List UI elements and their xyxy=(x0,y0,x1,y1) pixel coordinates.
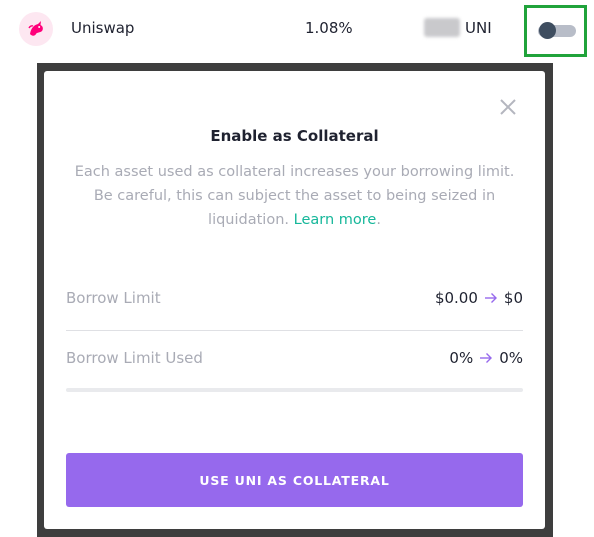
asset-balance-symbol: UNI xyxy=(465,19,492,37)
borrow-limit-to: $0 xyxy=(503,289,523,307)
asset-row: Uniswap 1.08% UNI xyxy=(0,0,594,60)
arrow-right-icon xyxy=(480,353,493,363)
borrow-limit-used-from: 0% xyxy=(449,349,474,367)
arrow-right-icon xyxy=(484,293,497,303)
borrow-limit-used-label: Borrow Limit Used xyxy=(66,349,203,367)
asset-balance-redacted xyxy=(424,18,460,37)
divider xyxy=(66,330,523,331)
learn-more-link[interactable]: Learn more xyxy=(294,212,377,228)
borrow-limit-label: Borrow Limit xyxy=(66,289,161,307)
borrow-limit-from: $0.00 xyxy=(434,289,478,307)
collateral-toggle-knob[interactable] xyxy=(539,22,556,39)
borrow-limit-row: Borrow Limit $0.00 $0 xyxy=(66,289,523,313)
borrow-limit-used-to: 0% xyxy=(499,349,523,367)
borrow-limit-used-values: 0% 0% xyxy=(449,349,523,367)
borrow-limit-progress-bar xyxy=(66,388,523,392)
asset-name: Uniswap xyxy=(71,19,135,37)
modal-description: Each asset used as collateral increases … xyxy=(64,160,525,232)
close-icon[interactable] xyxy=(496,95,520,119)
borrow-limit-used-row: Borrow Limit Used 0% 0% xyxy=(66,349,523,373)
asset-apy: 1.08% xyxy=(305,19,353,37)
borrow-limit-values: $0.00 $0 xyxy=(435,289,523,307)
learn-more-suffix: . xyxy=(376,212,381,228)
collateral-modal: Enable as Collateral Each asset used as … xyxy=(44,71,545,529)
modal-title: Enable as Collateral xyxy=(210,127,379,145)
uniswap-unicorn-icon xyxy=(19,12,53,46)
use-as-collateral-button[interactable]: USE UNI AS COLLATERAL xyxy=(66,453,523,507)
